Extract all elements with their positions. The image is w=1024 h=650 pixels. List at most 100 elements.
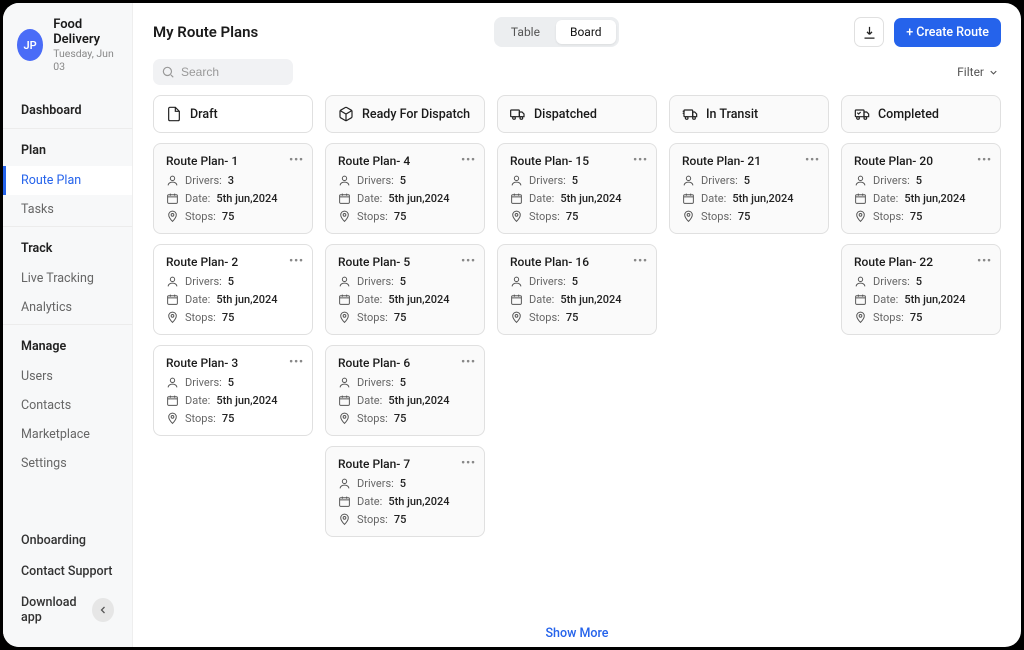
card-more-button[interactable]: •••	[461, 355, 476, 368]
nav-contacts[interactable]: Contacts	[3, 391, 132, 420]
nav-marketplace[interactable]: Marketplace	[3, 420, 132, 449]
calendar-icon	[338, 192, 351, 205]
route-card[interactable]: •••Route Plan- 4Drivers: 5Date: 5th jun,…	[325, 143, 485, 234]
search-wrapper	[153, 59, 293, 85]
column-header-dispatched[interactable]: Dispatched	[497, 95, 657, 133]
completed-icon	[854, 106, 870, 122]
driver-icon	[338, 275, 351, 288]
route-card[interactable]: •••Route Plan- 5Drivers: 5Date: 5th jun,…	[325, 244, 485, 335]
column-completed: Completed •••Route Plan- 20Drivers: 5Date…	[841, 95, 1001, 604]
card-date-row: Date: 5th jun,2024	[338, 394, 472, 407]
calendar-icon	[510, 192, 523, 205]
nav-onboarding[interactable]: Onboarding	[3, 525, 132, 556]
collapse-sidebar-button[interactable]	[92, 598, 114, 622]
filter-button[interactable]: Filter	[955, 61, 1001, 83]
card-date-row: Date: 5th jun,2024	[854, 192, 988, 205]
card-drivers-row: Drivers: 5	[338, 174, 472, 187]
card-date-row: Date: 5th jun,2024	[510, 293, 644, 306]
calendar-icon	[166, 192, 179, 205]
toggle-board[interactable]: Board	[556, 20, 616, 44]
card-more-button[interactable]: •••	[461, 456, 476, 469]
download-icon	[862, 25, 877, 40]
nav-analytics[interactable]: Analytics	[3, 293, 132, 322]
card-stops-row: Stops: 75	[682, 210, 816, 223]
route-card[interactable]: •••Route Plan- 1Drivers: 3Date: 5th jun,…	[153, 143, 313, 234]
card-stops-row: Stops: 75	[338, 311, 472, 324]
toggle-table[interactable]: Table	[497, 20, 554, 44]
create-route-button[interactable]: + Create Route	[894, 18, 1001, 47]
download-button[interactable]	[854, 17, 884, 47]
nav-users[interactable]: Users	[3, 362, 132, 391]
column-label: In Transit	[706, 107, 758, 122]
chevron-down-icon	[988, 67, 999, 78]
card-more-button[interactable]: •••	[289, 254, 304, 267]
nav-track-head: Track	[3, 233, 132, 264]
column-transit: In Transit •••Route Plan- 21Drivers: 5Dat…	[669, 95, 829, 604]
card-more-button[interactable]: •••	[461, 153, 476, 166]
card-more-button[interactable]: •••	[289, 153, 304, 166]
calendar-icon	[510, 293, 523, 306]
calendar-icon	[854, 192, 867, 205]
brand-block: JP Food Delivery Tuesday, Jun 03	[3, 3, 132, 83]
route-card[interactable]: •••Route Plan- 2Drivers: 5Date: 5th jun,…	[153, 244, 313, 335]
card-date-row: Date: 5th jun,2024	[338, 495, 472, 508]
column-header-ready[interactable]: Ready For Dispatch	[325, 95, 485, 133]
card-more-button[interactable]: •••	[977, 153, 992, 166]
nav-dashboard[interactable]: Dashboard	[3, 95, 132, 126]
pin-icon	[854, 311, 867, 324]
dispatched-icon	[510, 106, 526, 122]
route-card[interactable]: •••Route Plan- 22Drivers: 5Date: 5th jun…	[841, 244, 1001, 335]
draft-icon	[166, 106, 182, 122]
route-card[interactable]: •••Route Plan- 20Drivers: 5Date: 5th jun…	[841, 143, 1001, 234]
card-date-row: Date: 5th jun,2024	[166, 293, 300, 306]
card-title: Route Plan- 16	[510, 255, 644, 269]
card-more-button[interactable]: •••	[805, 153, 820, 166]
card-stops-row: Stops: 75	[166, 412, 300, 425]
card-stops-row: Stops: 75	[166, 311, 300, 324]
card-more-button[interactable]: •••	[633, 254, 648, 267]
card-more-button[interactable]: •••	[633, 153, 648, 166]
nav-tasks[interactable]: Tasks	[3, 195, 132, 224]
page-title: My Route Plans	[153, 23, 258, 41]
card-drivers-row: Drivers: 5	[166, 275, 300, 288]
card-title: Route Plan- 15	[510, 154, 644, 168]
column-ready: Ready For Dispatch•••Route Plan- 4Driver…	[325, 95, 485, 604]
card-date-row: Date: 5th jun,2024	[510, 192, 644, 205]
nav-route-plan[interactable]: Route Plan	[3, 166, 132, 195]
driver-icon	[854, 275, 867, 288]
nav-live-tracking[interactable]: Live Tracking	[3, 264, 132, 293]
route-card[interactable]: •••Route Plan- 7Drivers: 5Date: 5th jun,…	[325, 446, 485, 537]
pin-icon	[338, 210, 351, 223]
transit-icon	[682, 106, 698, 122]
driver-icon	[166, 174, 179, 187]
card-drivers-row: Drivers: 5	[338, 477, 472, 490]
route-card[interactable]: •••Route Plan- 15Drivers: 5Date: 5th jun…	[497, 143, 657, 234]
card-title: Route Plan- 1	[166, 154, 300, 168]
column-header-transit[interactable]: In Transit	[669, 95, 829, 133]
route-card[interactable]: •••Route Plan- 6Drivers: 5Date: 5th jun,…	[325, 345, 485, 436]
card-more-button[interactable]: •••	[977, 254, 992, 267]
avatar[interactable]: JP	[17, 29, 43, 61]
column-header-draft[interactable]: Draft	[153, 95, 313, 133]
card-more-button[interactable]: •••	[289, 355, 304, 368]
column-draft: Draft •••Route Plan- 1Drivers: 3Date: 5th…	[153, 95, 313, 604]
card-title: Route Plan- 5	[338, 255, 472, 269]
column-label: Draft	[190, 107, 218, 122]
card-more-button[interactable]: •••	[461, 254, 476, 267]
pin-icon	[510, 210, 523, 223]
card-stops-row: Stops: 75	[510, 311, 644, 324]
route-card[interactable]: •••Route Plan- 3Drivers: 5Date: 5th jun,…	[153, 345, 313, 436]
pin-icon	[166, 210, 179, 223]
app-subtitle: Tuesday, Jun 03	[53, 47, 118, 73]
route-card[interactable]: •••Route Plan- 16Drivers: 5Date: 5th jun…	[497, 244, 657, 335]
column-header-completed[interactable]: Completed	[841, 95, 1001, 133]
ready-icon	[338, 106, 354, 122]
calendar-icon	[338, 495, 351, 508]
nav-download[interactable]: Download app	[21, 595, 92, 625]
card-title: Route Plan- 4	[338, 154, 472, 168]
route-card[interactable]: •••Route Plan- 21Drivers: 5Date: 5th jun…	[669, 143, 829, 234]
show-more-button[interactable]: Show More	[133, 620, 1021, 647]
nav-settings[interactable]: Settings	[3, 449, 132, 478]
nav-support[interactable]: Contact Support	[3, 556, 132, 587]
app-name: Food Delivery	[53, 17, 118, 47]
